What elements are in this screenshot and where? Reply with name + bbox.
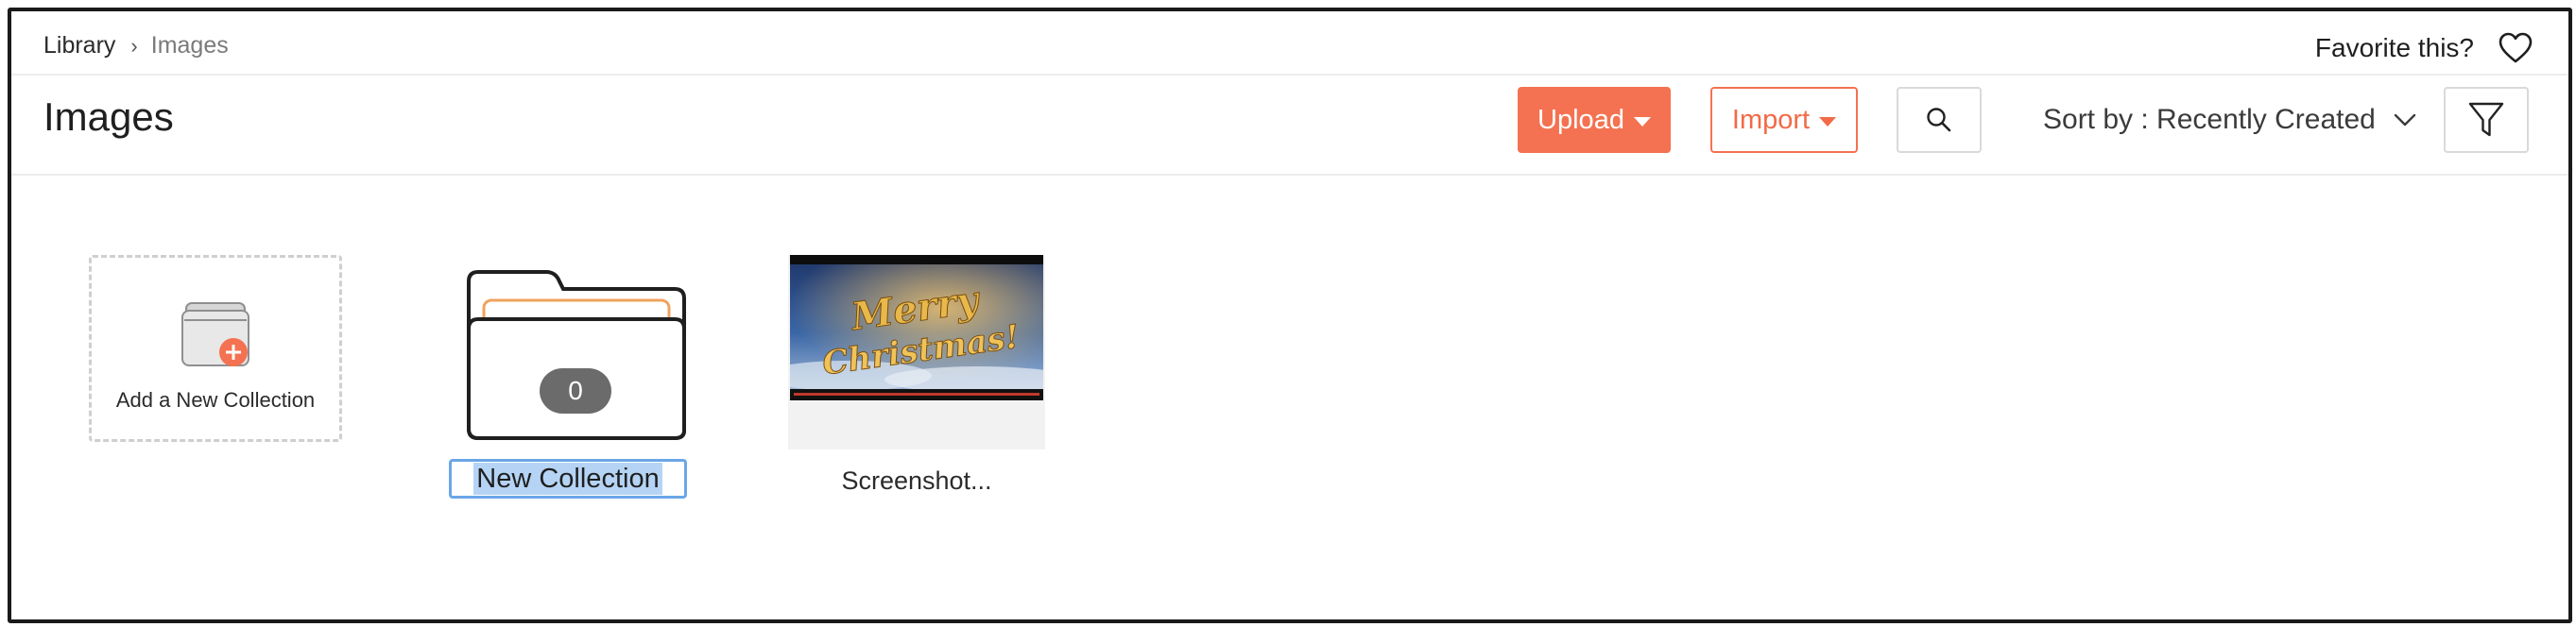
- breadcrumb-current: Images: [150, 32, 229, 59]
- search-icon: [1927, 108, 1951, 132]
- image-caption: Screenshot...: [841, 466, 992, 495]
- image-thumbnail: Merry Christmas!: [790, 255, 1043, 400]
- import-button[interactable]: Import: [1710, 87, 1858, 153]
- sort-dropdown[interactable]: Sort by : Recently Created: [2043, 104, 2417, 136]
- add-collection-tile[interactable]: Add a New Collection: [89, 255, 342, 442]
- folder-add-icon: [181, 302, 249, 366]
- add-collection-label: Add a New Collection: [115, 388, 316, 412]
- caret-down-icon: [1819, 117, 1837, 127]
- app-window: Library › Images Favorite this? Images U…: [8, 8, 2572, 623]
- caret-down-icon: [1633, 117, 1651, 127]
- upload-button-label: Upload: [1537, 104, 1624, 135]
- item-count-badge: 0: [540, 368, 611, 414]
- favorite-toggle[interactable]: Favorite this?: [2315, 32, 2533, 64]
- image-tile[interactable]: Merry Christmas!: [788, 255, 1045, 449]
- thumbnail-image: Merry Christmas!: [790, 255, 1043, 400]
- breadcrumb-library-link[interactable]: Library: [43, 32, 115, 59]
- import-button-label: Import: [1731, 104, 1811, 135]
- collection-name-input[interactable]: New Collection: [449, 459, 687, 499]
- filter-button[interactable]: [2444, 87, 2529, 153]
- folder-icon: [467, 270, 686, 440]
- sort-label: Sort by : Recently Created: [2043, 104, 2376, 135]
- heart-outline-icon[interactable]: [2499, 32, 2533, 64]
- filter-funnel-icon: [2468, 102, 2504, 137]
- collection-folder-tile[interactable]: 0: [465, 268, 688, 442]
- page-title: Images: [43, 94, 174, 139]
- search-button[interactable]: [1897, 87, 1982, 153]
- collection-name-selected-text: New Collection: [473, 463, 662, 495]
- upload-button[interactable]: Upload: [1518, 87, 1671, 153]
- breadcrumb-separator: ›: [130, 33, 138, 58]
- page-header: Images Upload Import Sort by : Recently …: [11, 76, 2568, 176]
- top-bar: Library › Images Favorite this?: [11, 11, 2568, 76]
- breadcrumb: Library › Images: [43, 32, 229, 59]
- favorite-label: Favorite this?: [2314, 33, 2474, 62]
- chevron-down-icon: [2394, 113, 2416, 127]
